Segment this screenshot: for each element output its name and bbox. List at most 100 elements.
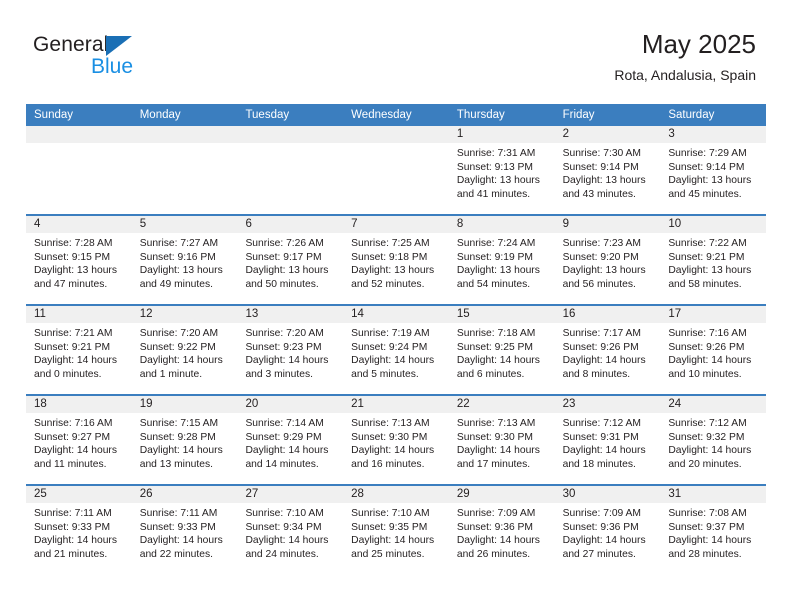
calendar-day-cell[interactable]: 22 Sunrise: 7:13 AM Sunset: 9:30 PM Dayligh…	[448, 396, 555, 484]
calendar-day-cell[interactable]: 1 Sunrise: 7:31 AM Sunset: 9:13 PM Daylight…	[448, 126, 555, 214]
day-sunset-line: Sunset: 9:14 PM	[668, 161, 745, 173]
calendar-day-cell[interactable]: 9 Sunrise: 7:23 AM Sunset: 9:20 PM Daylight…	[554, 216, 661, 304]
day-sunrise-line: Sunrise: 7:19 AM	[351, 328, 430, 339]
day-sunset-line: Sunset: 9:30 PM	[351, 431, 428, 443]
calendar-day-cell[interactable]: 25 Sunrise: 7:11 AM Sunset: 9:33 PM Dayligh…	[26, 486, 132, 574]
calendar-day-cell[interactable]: 24 Sunrise: 7:12 AM Sunset: 9:32 PM Dayligh…	[660, 396, 767, 484]
day-details: Sunrise: 7:11 AM Sunset: 9:33 PM Daylight:…	[26, 503, 132, 561]
day-sunset-line: Sunset: 9:24 PM	[351, 341, 428, 353]
weekday-header-tuesday: Tuesday	[245, 109, 290, 121]
day-number: 1	[448, 126, 555, 143]
calendar-day-cell[interactable]: 30 Sunrise: 7:09 AM Sunset: 9:36 PM Dayligh…	[554, 486, 661, 574]
calendar-day-cell[interactable]: 4 Sunrise: 7:28 AM Sunset: 9:15 PM Daylight…	[26, 216, 132, 304]
calendar-day-cell[interactable]: 5 Sunrise: 7:27 AM Sunset: 9:16 PM Daylight…	[131, 216, 238, 304]
day-daylight-line: and 45 minutes.	[668, 188, 742, 200]
calendar-day-cell[interactable]: 12 Sunrise: 7:20 AM Sunset: 9:22 PM Dayligh…	[131, 306, 238, 394]
calendar-day-cell[interactable]: 3 Sunrise: 7:29 AM Sunset: 9:14 PM Daylight…	[660, 126, 767, 214]
general-blue-logo: General Blue	[33, 33, 263, 85]
calendar-day-cell[interactable]: 23 Sunrise: 7:12 AM Sunset: 9:31 PM Dayligh…	[554, 396, 661, 484]
day-number: 30	[554, 486, 661, 503]
calendar-day-cell[interactable]: 21 Sunrise: 7:13 AM Sunset: 9:30 PM Dayligh…	[343, 396, 449, 484]
day-number: 28	[343, 486, 449, 503]
day-daylight-line: Daylight: 13 hours	[562, 265, 646, 277]
day-daylight-line: Daylight: 14 hours	[562, 535, 646, 547]
logo-text-general: General	[33, 33, 109, 56]
day-sunrise-line: Sunrise: 7:28 AM	[34, 238, 113, 249]
day-daylight-line: and 24 minutes.	[245, 548, 319, 560]
calendar-day-cell[interactable]: 20 Sunrise: 7:14 AM Sunset: 9:29 PM Dayligh…	[237, 396, 344, 484]
calendar-week-row: 4 Sunrise: 7:28 AM Sunset: 9:15 PM Daylight…	[26, 214, 767, 304]
day-sunset-line: Sunset: 9:21 PM	[34, 341, 111, 353]
day-sunrise-line: Sunrise: 7:10 AM	[351, 508, 430, 519]
page-subtitle: Rota, Andalusia, Spain	[614, 67, 756, 83]
calendar-day-cell[interactable]: 19 Sunrise: 7:15 AM Sunset: 9:28 PM Dayligh…	[131, 396, 238, 484]
day-daylight-line: and 8 minutes.	[562, 368, 631, 380]
day-details: Sunrise: 7:20 AM Sunset: 9:22 PM Daylight:…	[132, 323, 238, 381]
day-number	[26, 126, 132, 143]
day-details: Sunrise: 7:23 AM Sunset: 9:20 PM Daylight:…	[555, 233, 661, 291]
calendar-day-cell[interactable]: 16 Sunrise: 7:17 AM Sunset: 9:26 PM Dayligh…	[554, 306, 661, 394]
day-daylight-line: Daylight: 13 hours	[351, 265, 435, 277]
calendar-day-cell[interactable]: 14 Sunrise: 7:19 AM Sunset: 9:24 PM Dayligh…	[343, 306, 449, 394]
day-daylight-line: and 58 minutes.	[668, 278, 742, 290]
day-sunrise-line: Sunrise: 7:11 AM	[34, 508, 112, 519]
day-daylight-line: and 1 minute.	[139, 368, 203, 380]
calendar-day-cell[interactable]: 27 Sunrise: 7:10 AM Sunset: 9:34 PM Dayligh…	[237, 486, 344, 574]
calendar-day-cell[interactable]: 10 Sunrise: 7:22 AM Sunset: 9:21 PM Dayligh…	[660, 216, 767, 304]
calendar-day-cell[interactable]: 18 Sunrise: 7:16 AM Sunset: 9:27 PM Dayligh…	[26, 396, 132, 484]
day-daylight-line: Daylight: 13 hours	[245, 265, 329, 277]
calendar-day-cell[interactable]: 17 Sunrise: 7:16 AM Sunset: 9:26 PM Dayligh…	[660, 306, 767, 394]
day-sunrise-line: Sunrise: 7:24 AM	[456, 238, 536, 249]
day-daylight-line: Daylight: 13 hours	[668, 175, 752, 187]
day-number	[343, 126, 449, 143]
day-daylight-line: and 13 minutes.	[139, 458, 213, 470]
day-number: 9	[554, 216, 661, 233]
day-daylight-line: and 56 minutes.	[562, 278, 636, 290]
calendar-day-cell[interactable]: 11 Sunrise: 7:21 AM Sunset: 9:21 PM Dayligh…	[26, 306, 132, 394]
calendar-day-cell[interactable]: 29 Sunrise: 7:09 AM Sunset: 9:36 PM Dayligh…	[448, 486, 555, 574]
day-number: 8	[448, 216, 555, 233]
weekday-header-saturday: Saturday	[668, 109, 715, 121]
day-daylight-line: Daylight: 14 hours	[139, 445, 223, 457]
calendar-day-cell[interactable]: 8 Sunrise: 7:24 AM Sunset: 9:19 PM Daylight…	[448, 216, 555, 304]
day-number: 18	[26, 396, 132, 413]
day-details	[343, 143, 449, 147]
calendar-day-cell[interactable]: 31 Sunrise: 7:08 AM Sunset: 9:37 PM Dayligh…	[660, 486, 767, 574]
day-details	[26, 143, 132, 147]
day-sunrise-line: Sunrise: 7:16 AM	[34, 418, 113, 429]
day-daylight-line: Daylight: 14 hours	[245, 535, 329, 547]
calendar-day-cell[interactable]: 2 Sunrise: 7:30 AM Sunset: 9:14 PM Daylight…	[554, 126, 661, 214]
weekday-header-thursday: Thursday	[456, 109, 505, 121]
title-block: May 2025 Rota, Andalusia, Spain	[614, 28, 756, 84]
day-details: Sunrise: 7:12 AM Sunset: 9:31 PM Daylight:…	[555, 413, 661, 471]
day-sunrise-line: Sunrise: 7:14 AM	[245, 418, 324, 429]
day-details: Sunrise: 7:18 AM Sunset: 9:25 PM Daylight:…	[449, 323, 555, 381]
day-sunrise-line: Sunrise: 7:18 AM	[456, 328, 536, 339]
calendar-day-cell-empty	[343, 126, 449, 214]
calendar-day-cell[interactable]: 13 Sunrise: 7:20 AM Sunset: 9:23 PM Dayligh…	[237, 306, 344, 394]
day-sunrise-line: Sunrise: 7:25 AM	[351, 238, 430, 249]
day-daylight-line: Daylight: 14 hours	[668, 445, 752, 457]
day-daylight-line: Daylight: 14 hours	[139, 355, 223, 367]
day-details: Sunrise: 7:16 AM Sunset: 9:27 PM Daylight:…	[26, 413, 132, 471]
day-sunrise-line: Sunrise: 7:09 AM	[456, 508, 536, 519]
day-daylight-line: Daylight: 14 hours	[139, 535, 223, 547]
calendar-day-cell[interactable]: 6 Sunrise: 7:26 AM Sunset: 9:17 PM Daylight…	[237, 216, 344, 304]
day-sunset-line: Sunset: 9:15 PM	[34, 251, 111, 263]
calendar-day-cell[interactable]: 7 Sunrise: 7:25 AM Sunset: 9:18 PM Daylight…	[343, 216, 449, 304]
day-sunset-line: Sunset: 9:30 PM	[456, 431, 534, 443]
calendar-day-cell[interactable]: 28 Sunrise: 7:10 AM Sunset: 9:35 PM Dayligh…	[343, 486, 449, 574]
day-daylight-line: Daylight: 13 hours	[456, 175, 540, 187]
calendar-day-cell[interactable]: 26 Sunrise: 7:11 AM Sunset: 9:33 PM Dayligh…	[131, 486, 238, 574]
calendar-day-cell[interactable]: 15 Sunrise: 7:18 AM Sunset: 9:25 PM Dayligh…	[448, 306, 555, 394]
day-details: Sunrise: 7:22 AM Sunset: 9:21 PM Daylight:…	[660, 233, 766, 291]
day-daylight-line: and 11 minutes.	[34, 458, 107, 470]
day-number: 31	[660, 486, 767, 503]
day-sunset-line: Sunset: 9:26 PM	[562, 341, 639, 353]
day-number: 24	[660, 396, 767, 413]
day-daylight-line: and 3 minutes.	[245, 368, 313, 380]
day-sunset-line: Sunset: 9:36 PM	[562, 521, 639, 533]
day-daylight-line: Daylight: 14 hours	[668, 355, 752, 367]
day-sunset-line: Sunset: 9:17 PM	[245, 251, 322, 263]
day-sunrise-line: Sunrise: 7:15 AM	[139, 418, 219, 429]
